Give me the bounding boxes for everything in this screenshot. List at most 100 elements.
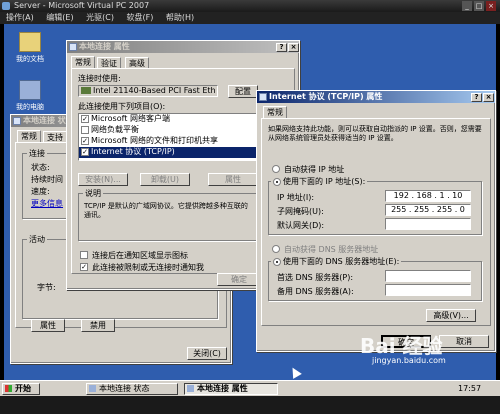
description-group: 说明 TCP/IP 是默认的广域网协议。它提供跨越多种互联的通讯。 [78,188,258,241]
vpc-menu-edit[interactable]: 编辑(E) [46,13,73,22]
status-properties-button[interactable]: 属性 [31,319,65,332]
use-dns-legend: 使用下面的 DNS 服务器地址(E): [271,256,402,267]
status-disable-button[interactable]: 禁用 [81,319,115,332]
desktop-icon-label: 我的电脑 [16,103,44,111]
activity-group-label: 活动 [27,234,47,245]
list-item[interactable]: ✓ Microsoft 网络的文件和打印机共享 [79,136,257,147]
alternate-dns-field[interactable] [385,284,471,296]
tcpip-window-titlebar[interactable]: Internet 协议 (TCP/IP) 属性 ? × [257,91,495,103]
preferred-dns-label: 首选 DNS 服务器(P): [277,273,354,282]
item-checkbox[interactable]: ✓ [81,115,89,123]
subnet-mask-field[interactable]: 255 . 255 . 255 . 0 [385,204,471,216]
desktop-icon-my-computer[interactable]: 我的电脑 [10,80,50,112]
item-label: Internet 协议 (TCP/IP) [91,147,175,156]
clock: 17:57 [458,384,482,393]
task-status[interactable]: 本地连接 状态 [86,383,178,395]
taskbar: 开始 本地连接 状态 本地连接 属性 17:57 [0,380,500,396]
speed-label: 速度: [31,187,50,196]
close-icon[interactable]: × [288,43,299,52]
tab-general[interactable]: 常规 [71,56,95,68]
start-label: 开始 [15,384,31,393]
vpc-menu-cd[interactable]: 光驱(C) [86,13,114,22]
tcpip-window-title: Internet 协议 (TCP/IP) 属性 [269,92,383,101]
vpc-title-text: Server - Microsoft Virtual PC 2007 [14,1,150,10]
auto-ip-radio[interactable] [272,165,280,173]
tab-general[interactable]: 常规 [17,130,41,142]
install-button[interactable]: 安装(N)... [78,173,128,186]
folder-icon [19,32,41,52]
item-label: 网络负载平衡 [91,125,139,134]
vpc-menu-action[interactable]: 操作(A) [6,13,34,22]
status-label: 状态: [31,163,50,172]
tab-advanced[interactable]: 高级 [125,57,149,68]
list-item[interactable]: ✓ Microsoft 网络客户端 [79,114,257,125]
task-properties[interactable]: 本地连接 属性 [184,383,278,395]
advanced-button[interactable]: 高级(V)... [426,309,476,322]
intro-text: 如果网络支持此功能，则可以获取自动指派的 IP 设置。否则，您需要从网络系统管理… [268,125,482,142]
network-card-icon [81,87,91,94]
use-ip-radio[interactable] [273,177,281,186]
vpc-title-bar: Server - Microsoft Virtual PC 2007 _ □ × [0,0,500,12]
uninstall-button[interactable]: 卸载(U) [140,173,190,186]
adapter-field: Intel 21140-Based PCI Fast Eth [78,85,218,97]
item-properties-button[interactable]: 属性 [208,173,258,186]
network-icon [69,43,77,51]
show-icon-label: 连接后在通知区域显示图标 [92,251,188,260]
task-label: 本地连接 属性 [197,384,248,393]
items-label: 此连接使用下列项目(O): [78,102,166,111]
properties-ok-button[interactable]: 确定 [217,273,261,286]
network-icon [259,93,267,101]
network-icon [187,385,194,392]
vpc-maximize-button[interactable]: □ [474,1,484,11]
vpc-close-button[interactable]: × [486,1,496,11]
properties-window-titlebar[interactable]: 本地连接 属性 ? × [67,41,299,53]
mask-label: 子网掩码(U): [277,207,324,216]
help-button[interactable]: ? [276,43,287,52]
status-close-button[interactable]: 关闭(C) [187,347,227,360]
duration-label: 持续时间 [31,175,63,184]
show-icon-checkbox[interactable] [80,251,88,259]
gateway-field[interactable] [385,218,471,230]
watermark-url: jingyan.baidu.com [372,356,446,365]
list-item[interactable]: 网络负载平衡 [79,125,257,136]
alternate-dns-label: 备用 DNS 服务器(A): [277,287,354,296]
configure-button[interactable]: 配置 [228,85,258,98]
vpc-menu-floppy[interactable]: 软盘(F) [126,13,153,22]
baidu-logo: Bai 经验 [360,334,443,358]
use-dns-label: 使用下面的 DNS 服务器地址(E): [283,257,400,266]
preferred-dns-field[interactable] [385,270,471,282]
item-checkbox[interactable] [81,126,89,134]
tcpip-tab-panel: 如果网络支持此功能，则可以获取自动指派的 IP 设置。否则，您需要从网络系统管理… [261,118,491,326]
tab-general[interactable]: 常规 [263,106,287,118]
auto-dns-radio[interactable] [272,245,280,253]
item-label: Microsoft 网络客户端 [91,114,170,123]
start-button[interactable]: 开始 [2,383,40,395]
help-button[interactable]: ? [471,93,482,102]
tab-support[interactable]: 支持 [43,131,67,142]
desktop-icon-my-documents[interactable]: 我的文档 [10,32,50,64]
network-icon [13,117,21,125]
windows-logo-icon [5,385,12,392]
ip-label: IP 地址(I): [277,193,315,202]
vpc-app-icon [2,2,10,10]
use-ip-label: 使用下面的 IP 地址(S): [283,177,366,186]
tab-authentication[interactable]: 验证 [97,57,121,68]
list-item[interactable]: ✓ Internet 协议 (TCP/IP) [79,147,257,158]
auto-dns-label: 自动获得 DNS 服务器地址 [284,245,379,254]
more-info-link[interactable]: 更多信息 [31,198,63,209]
connect-using-label: 连接时使用: [78,74,121,83]
close-icon[interactable]: × [483,93,494,102]
task-label: 本地连接 状态 [99,384,150,393]
tcpip-cancel-button[interactable]: 取消 [439,335,489,348]
ip-address-field[interactable]: 192 . 168 . 1 . 10 [385,190,471,202]
desktop-icon-label: 我的文档 [16,55,44,63]
vpc-minimize-button[interactable]: _ [462,1,472,11]
use-dns-radio[interactable] [273,257,281,266]
use-ip-legend: 使用下面的 IP 地址(S): [271,176,368,187]
description-group-label: 说明 [83,188,103,199]
item-label: Microsoft 网络的文件和打印机共享 [91,136,218,145]
item-checkbox[interactable]: ✓ [81,148,89,156]
notify-checkbox[interactable]: ✓ [80,263,88,271]
vpc-menu-help[interactable]: 帮助(H) [166,13,194,22]
item-checkbox[interactable]: ✓ [81,137,89,145]
